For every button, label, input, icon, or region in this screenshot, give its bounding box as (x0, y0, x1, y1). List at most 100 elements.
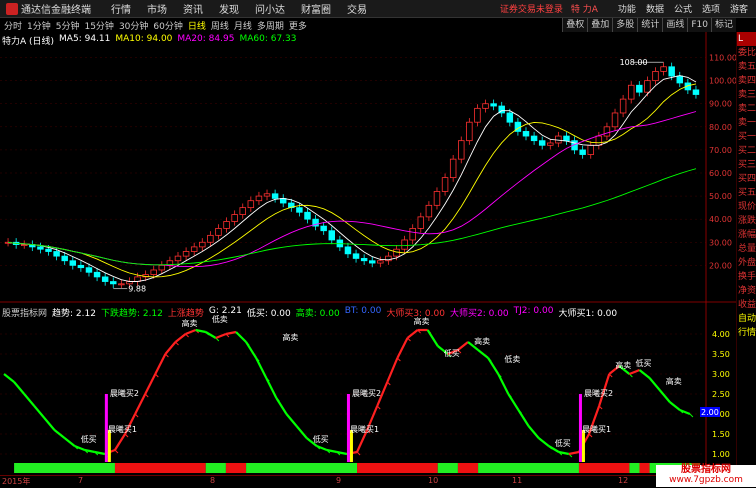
candle-body (182, 251, 190, 257)
candle-body (417, 216, 425, 229)
candle-body (563, 135, 570, 142)
ind-segment (426, 329, 439, 347)
ind-segment (396, 337, 409, 359)
sidebar-item[interactable]: 现价 (737, 200, 756, 214)
candle-body (522, 131, 530, 137)
candle-body (45, 248, 52, 252)
sidebar-item[interactable]: 净资 (737, 284, 756, 298)
ind-up: 上涨趋势 (167, 309, 204, 319)
sidebar-item[interactable]: 自动 (737, 312, 756, 326)
candle-body (271, 193, 279, 199)
candle-body (668, 66, 675, 77)
signal-label: 低买 (313, 434, 329, 444)
candle-body (190, 246, 198, 252)
sidebar-item[interactable]: 卖一 (737, 116, 756, 130)
candle-body (636, 84, 643, 93)
candle-body (101, 276, 109, 282)
candle-body (174, 255, 182, 262)
ind-segment (235, 331, 247, 343)
ind-segment (3, 373, 15, 383)
sidebar-item[interactable]: 买三 (737, 158, 756, 172)
sidebar-item[interactable]: 卖四 (737, 74, 756, 88)
ind-segment (507, 393, 520, 411)
ind-segment (63, 437, 76, 447)
sidebar-item[interactable]: 买二 (737, 144, 756, 158)
ind-segment (285, 413, 298, 427)
sidebar-item[interactable]: 买一 (737, 130, 756, 144)
ind-tick-mark (114, 449, 119, 454)
ind-segment (114, 433, 126, 451)
price-tick: 100.00 (709, 77, 736, 86)
kline-chart[interactable]: 110.00 100.00 90.00 80.00 70.00 60.00 50.00 40.… (0, 0, 736, 475)
candle-body (466, 121, 473, 142)
ind-tick-mark (689, 413, 694, 418)
price-tick: 110.00 (709, 54, 736, 63)
ind-trend: 趋势: 2.12 (52, 309, 96, 319)
time-label-year: 2015年 (2, 477, 31, 486)
ind-master3: 大师买3: 0.00 (386, 309, 445, 319)
ind-tick: 1.00 (712, 450, 730, 459)
candle-body (474, 107, 481, 123)
sidebar-item[interactable]: 涨跌 (737, 214, 756, 228)
candle-body (158, 264, 166, 271)
signal-label: 高卖 (282, 332, 298, 342)
candle-body (150, 269, 157, 275)
sidebar-item[interactable]: 外盘 (737, 256, 756, 270)
price-tick: 30.00 (709, 238, 732, 247)
low-label: 9.88 (128, 285, 146, 294)
signal-label: 低买 (81, 434, 97, 444)
sidebar-item[interactable]: 卖五 (737, 60, 756, 74)
ind-segment (225, 330, 237, 336)
sidebar-item[interactable]: 买四 (737, 172, 756, 186)
candle-body (199, 241, 206, 248)
ind-segment (144, 373, 157, 395)
ind-segment (245, 341, 258, 359)
candle-body (547, 142, 554, 146)
sidebar-item[interactable]: 行情 (737, 326, 756, 340)
trend-bar (578, 463, 630, 473)
candle-body (20, 244, 28, 246)
sidebar-item[interactable]: 委比 (737, 46, 756, 60)
price-tick: 90.00 (709, 100, 732, 109)
candle-body (77, 264, 85, 269)
ind-segment (628, 368, 640, 376)
ind-master2: 大师买2: 0.00 (449, 309, 509, 319)
candle-body (603, 126, 611, 137)
candle-body (506, 112, 514, 123)
indicator-name: 股票指标网 (2, 309, 48, 319)
candle-body (93, 271, 101, 278)
ind-segment (568, 450, 580, 456)
signal-label: 低买 (555, 438, 571, 448)
ind-segment (497, 373, 510, 395)
sidebar-item[interactable]: 买五 (737, 186, 756, 200)
ind-segment (215, 332, 227, 340)
sidebar-item[interactable]: L (737, 32, 756, 46)
sidebar-item[interactable]: 换手 (737, 270, 756, 284)
signal-column (349, 430, 353, 462)
signal-column (581, 430, 585, 462)
sidebar-item[interactable]: 涨幅 (737, 228, 756, 242)
candle-body (627, 84, 635, 100)
ind-segment (265, 377, 278, 399)
candle-body (458, 140, 465, 160)
trend-bar (246, 463, 358, 473)
trend-bar (478, 463, 579, 473)
current-value: 2.00 (701, 408, 719, 417)
ind-segment (658, 389, 671, 403)
sidebar-item[interactable]: 卖三 (737, 88, 756, 102)
ind-segment (43, 417, 56, 431)
ind-segment (13, 381, 26, 395)
candle-body (401, 239, 408, 250)
sidebar-item[interactable]: 收益 (737, 298, 756, 312)
ind-segment (205, 331, 217, 339)
ind-bt: BT: 0.00 (344, 306, 382, 316)
candle-body (490, 103, 497, 107)
candle-body (409, 228, 416, 241)
candle-body (207, 234, 214, 243)
price-tick: 40.00 (709, 215, 732, 224)
ind-tick: 2.50 (712, 390, 730, 399)
sidebar-item[interactable]: 卖二 (737, 102, 756, 116)
candle-body (611, 112, 619, 128)
sidebar-item[interactable]: 总量 (737, 242, 756, 256)
price-tick: 80.00 (709, 123, 732, 132)
